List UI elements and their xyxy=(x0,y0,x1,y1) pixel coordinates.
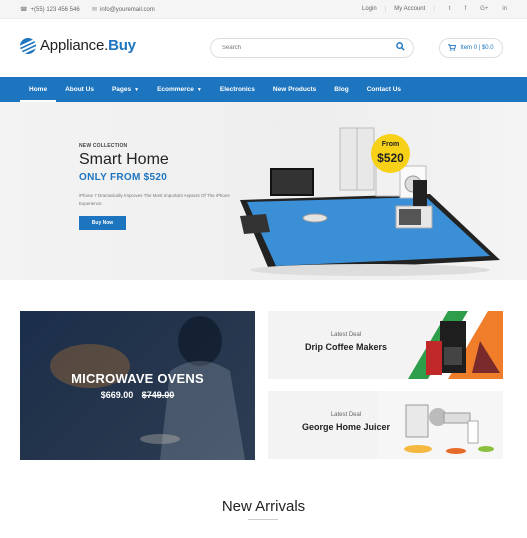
promo-left-title: MICROWAVE OVENS xyxy=(71,371,204,386)
nav-home[interactable]: Home xyxy=(20,77,57,102)
nav-pages[interactable]: Pages ▼ xyxy=(103,77,148,102)
badge-from-label: From xyxy=(381,141,400,148)
hero-tag: NEW COLLECTION xyxy=(79,143,128,149)
heading-divider xyxy=(248,519,278,520)
linkedin-icon[interactable]: in xyxy=(502,6,507,12)
cart-summary: Item 0 | $0.0 xyxy=(460,45,494,51)
nav-blog[interactable]: Blog xyxy=(325,77,357,102)
divider: | xyxy=(384,6,387,12)
cart-button[interactable]: Item 0 | $0.0 xyxy=(439,38,503,58)
price-badge: From $520 xyxy=(371,134,410,173)
nav-new-products[interactable]: New Products xyxy=(264,77,325,102)
search-box xyxy=(210,38,414,58)
hero-banner: NEW COLLECTION Smart Home ONLY FROM $520… xyxy=(0,102,527,280)
my-account-link[interactable]: My Account xyxy=(394,6,425,12)
promo-left-price: $669.00 xyxy=(100,390,134,400)
nav-about-us[interactable]: About Us xyxy=(56,77,103,102)
email-address[interactable]: info@youremail.com xyxy=(100,7,155,13)
chevron-down-icon: ▼ xyxy=(196,87,202,93)
promo-left-old-price: $749.00 xyxy=(141,390,175,400)
top-links: Login | My Account | t f G+ in xyxy=(362,6,507,12)
nav-electronics[interactable]: Electronics xyxy=(211,77,264,102)
site-logo[interactable]: Appliance.Buy xyxy=(20,37,136,54)
divider: | xyxy=(433,6,435,12)
top-bar: ☎ +(55) 123 456 546 ✉ info@youremail.com… xyxy=(0,0,527,19)
nav-ecommerce[interactable]: Ecommerce ▼ xyxy=(148,77,211,102)
badge-amount: $520 xyxy=(377,151,404,165)
main-nav: Home About Us Pages ▼ Ecommerce ▼ Electron… xyxy=(0,77,527,102)
login-link[interactable]: Login xyxy=(362,6,377,12)
logo-text: Appliance.Buy xyxy=(40,37,136,54)
promo-right2-label: Latest Deal xyxy=(330,412,362,418)
phone-number: +(55) 123 456 546 xyxy=(30,6,80,13)
email-info: ✉ info@youremail.com xyxy=(92,6,155,14)
promo-microwave-banner[interactable]: MICROWAVE OVENS $669.00 $749.00 xyxy=(20,311,255,460)
logo-icon xyxy=(20,37,36,54)
promo-coffee-banner[interactable]: Latest Deal Drip Coffee Makers xyxy=(268,311,503,379)
chevron-down-icon: ▼ xyxy=(134,87,140,93)
twitter-icon[interactable]: t xyxy=(449,6,451,12)
phone-info: ☎ +(55) 123 456 546 xyxy=(20,6,80,14)
buy-now-button[interactable]: Buy Now xyxy=(79,216,126,230)
promo-juicer-banner[interactable]: Latest Deal George Home Juicer xyxy=(268,391,503,459)
promo-left-prices: $669.00 $749.00 xyxy=(20,390,255,400)
hero-price: ONLY FROM $520 xyxy=(79,172,168,183)
facebook-icon[interactable]: f xyxy=(464,6,466,12)
hero-title: Smart Home xyxy=(79,151,169,168)
promo-right2-name: George Home Juicer xyxy=(301,422,391,432)
promo-right1-name: Drip Coffee Makers xyxy=(304,342,388,352)
search-icon[interactable] xyxy=(396,42,405,54)
cart-icon xyxy=(448,43,457,53)
hero-appliances-image xyxy=(240,127,500,276)
google-plus-icon[interactable]: G+ xyxy=(480,6,488,12)
new-arrivals-heading: New Arrivals xyxy=(221,498,306,515)
phone-icon: ☎ xyxy=(20,7,28,13)
promo-right1-label: Latest Deal xyxy=(330,332,362,338)
search-input[interactable] xyxy=(222,45,382,51)
mail-icon: ✉ xyxy=(92,7,98,13)
nav-contact-us[interactable]: Contact Us xyxy=(358,77,410,102)
